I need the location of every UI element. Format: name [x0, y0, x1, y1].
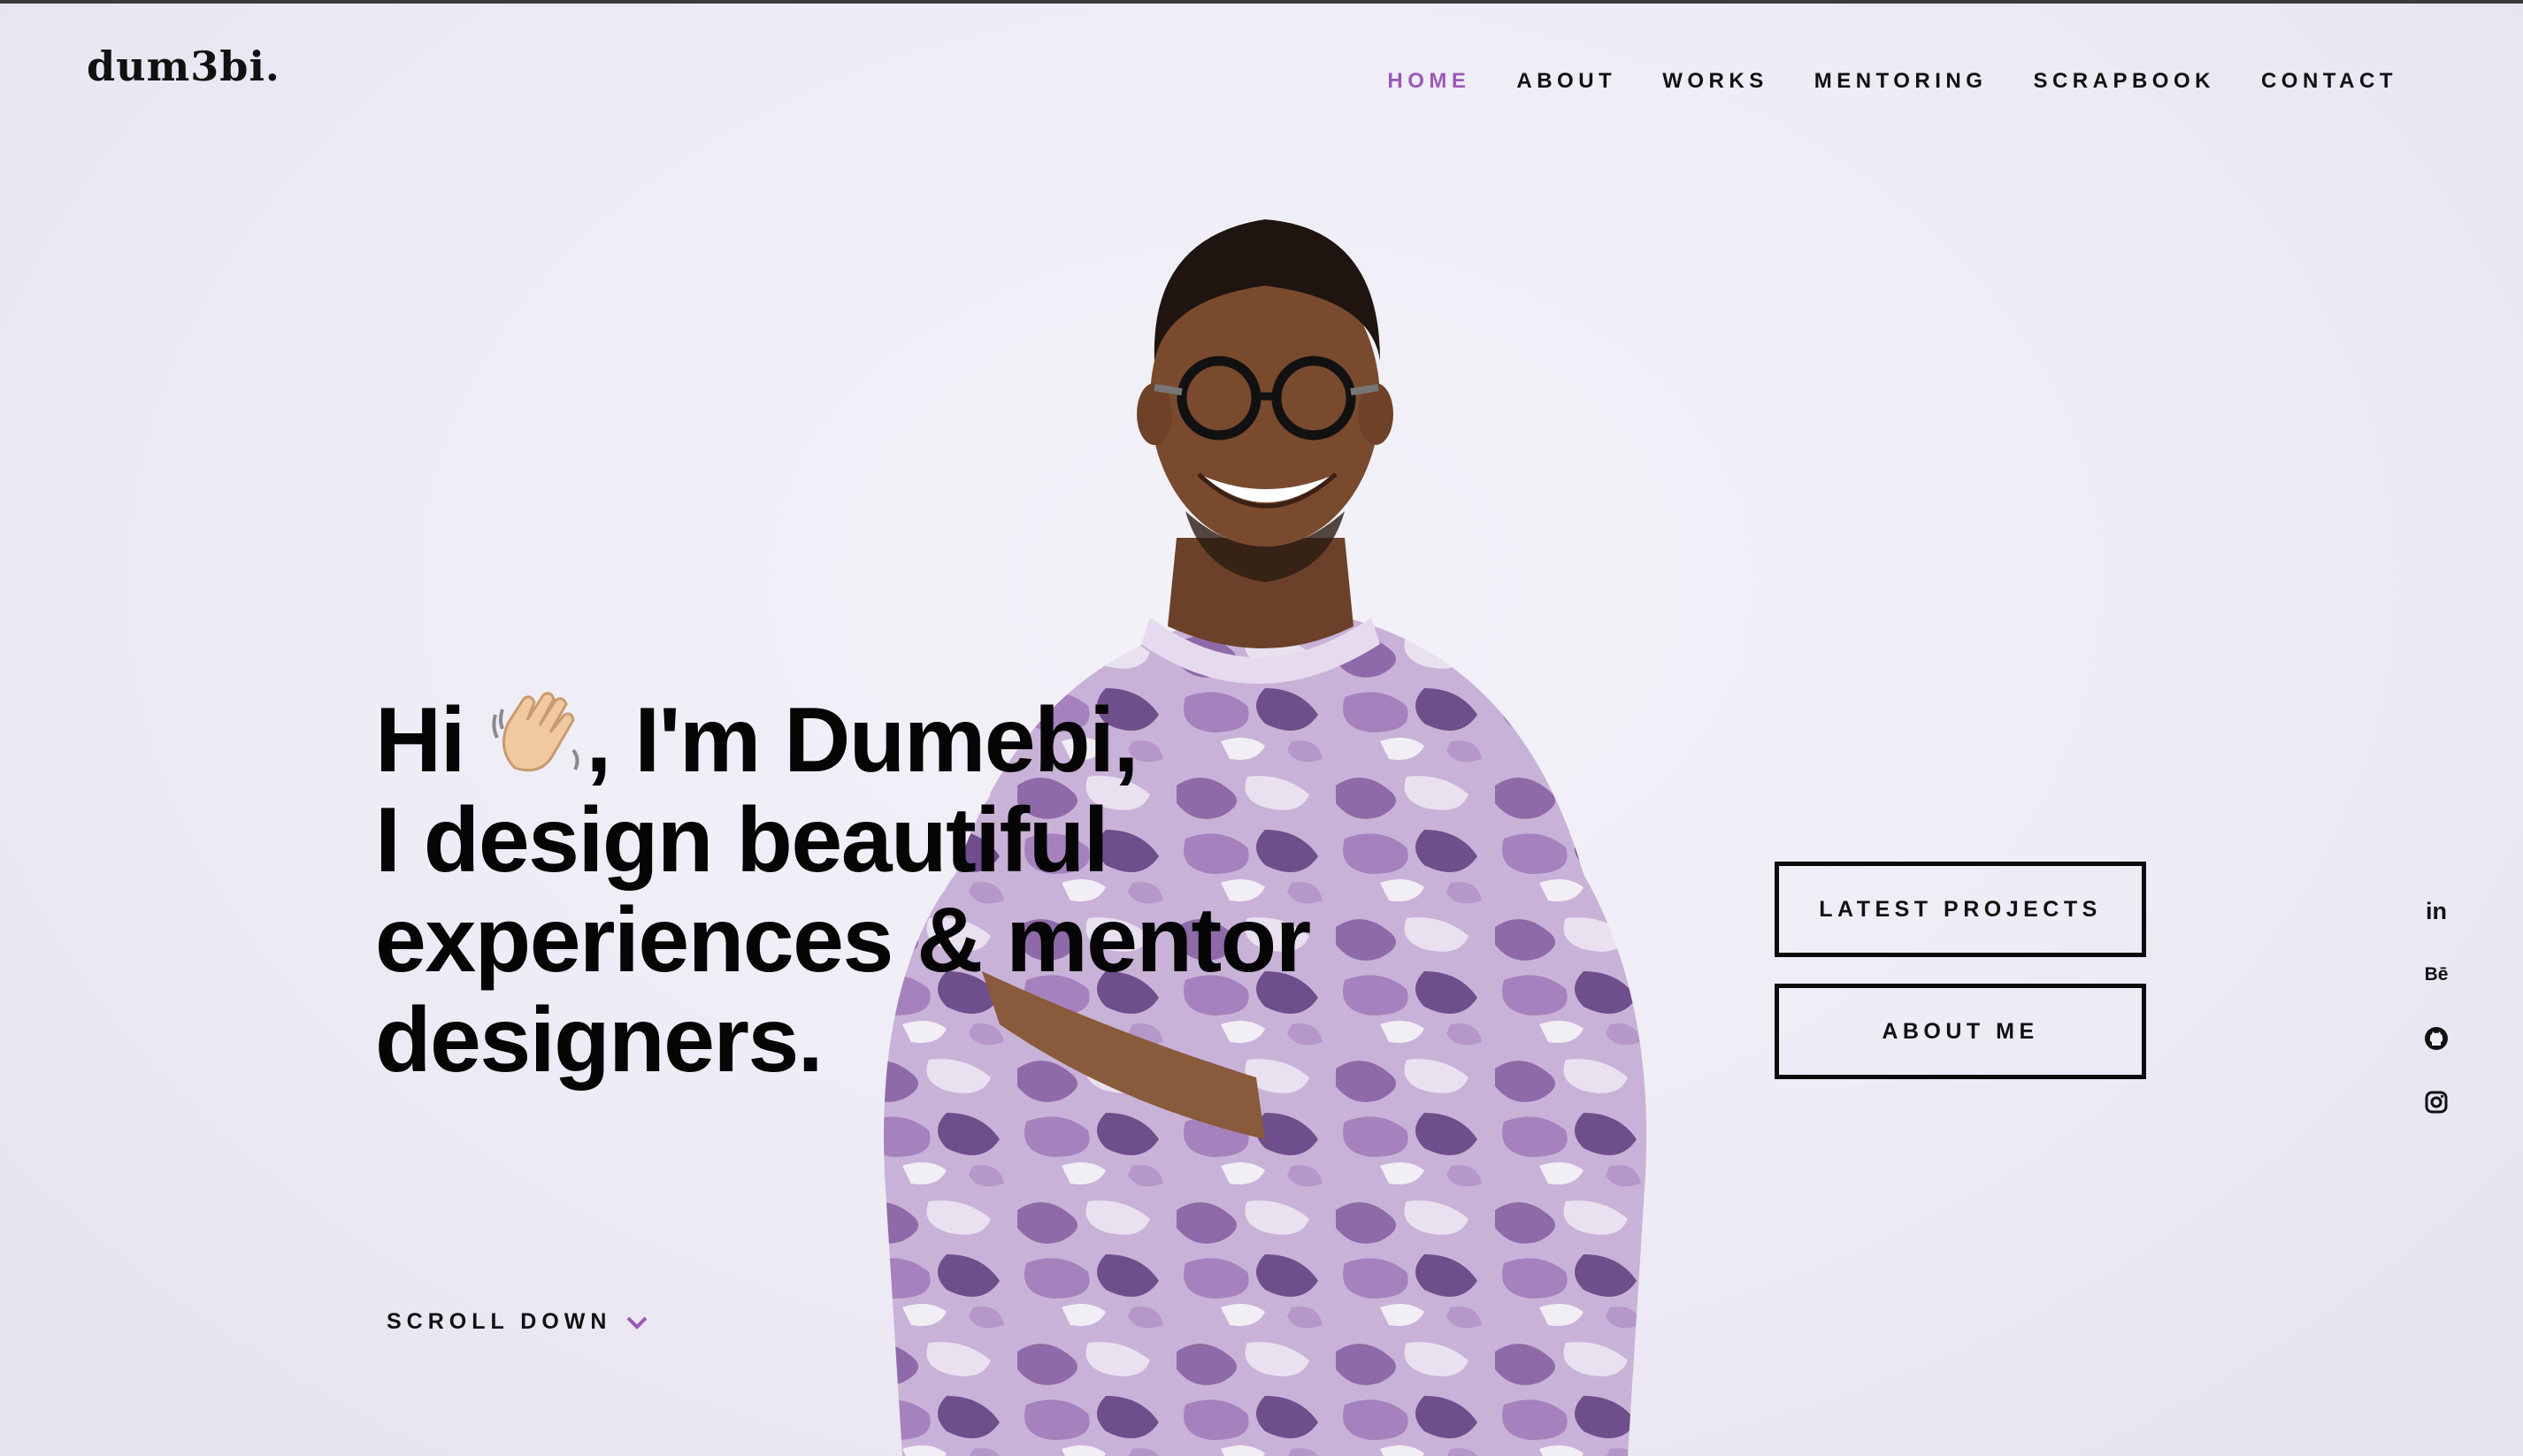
about-me-button[interactable]: ABOUT ME [1775, 984, 2146, 1079]
main-nav: HOME ABOUT WORKS MENTORING SCRAPBOOK CON… [1341, 69, 2397, 94]
linkedin-label: in [2426, 897, 2447, 924]
headline-line-3: experiences & mentor [375, 889, 1311, 992]
nav-mentoring[interactable]: MENTORING [1814, 69, 1988, 94]
scroll-down-link[interactable]: SCROLL DOWN [387, 1309, 648, 1335]
chevron-down-icon [627, 1316, 648, 1330]
nav-home[interactable]: HOME [1387, 69, 1470, 94]
instagram-icon[interactable] [2419, 1084, 2454, 1120]
waving-hand-icon [492, 692, 579, 772]
github-icon[interactable] [2419, 1021, 2454, 1056]
linkedin-icon[interactable]: in [2419, 893, 2454, 929]
headline-line-4: designers. [375, 989, 824, 1092]
headline-line-1: Hi , I'm Dumebi, [375, 688, 1437, 791]
nav-about[interactable]: ABOUT [1516, 69, 1616, 94]
site-logo[interactable]: dum3bi. [87, 42, 280, 90]
greeting-text: Hi [375, 689, 489, 792]
scroll-down-label: SCROLL DOWN [387, 1309, 612, 1334]
name-text: , I'm Dumebi, [586, 689, 1139, 792]
hero-headline: Hi , I'm Dumebi, I design beautiful expe… [375, 688, 1437, 1091]
nav-contact[interactable]: CONTACT [2261, 69, 2397, 94]
nav-works[interactable]: WORKS [1662, 69, 1768, 94]
nav-scrapbook[interactable]: SCRAPBOOK [2033, 69, 2215, 94]
top-border [0, 0, 2523, 4]
social-links: in Bē [2419, 893, 2454, 1148]
latest-projects-button[interactable]: LATEST PROJECTS [1775, 862, 2146, 957]
behance-icon[interactable]: Bē [2419, 957, 2454, 992]
headline-line-2: I design beautiful [375, 789, 1109, 892]
behance-label: Bē [2424, 964, 2449, 985]
